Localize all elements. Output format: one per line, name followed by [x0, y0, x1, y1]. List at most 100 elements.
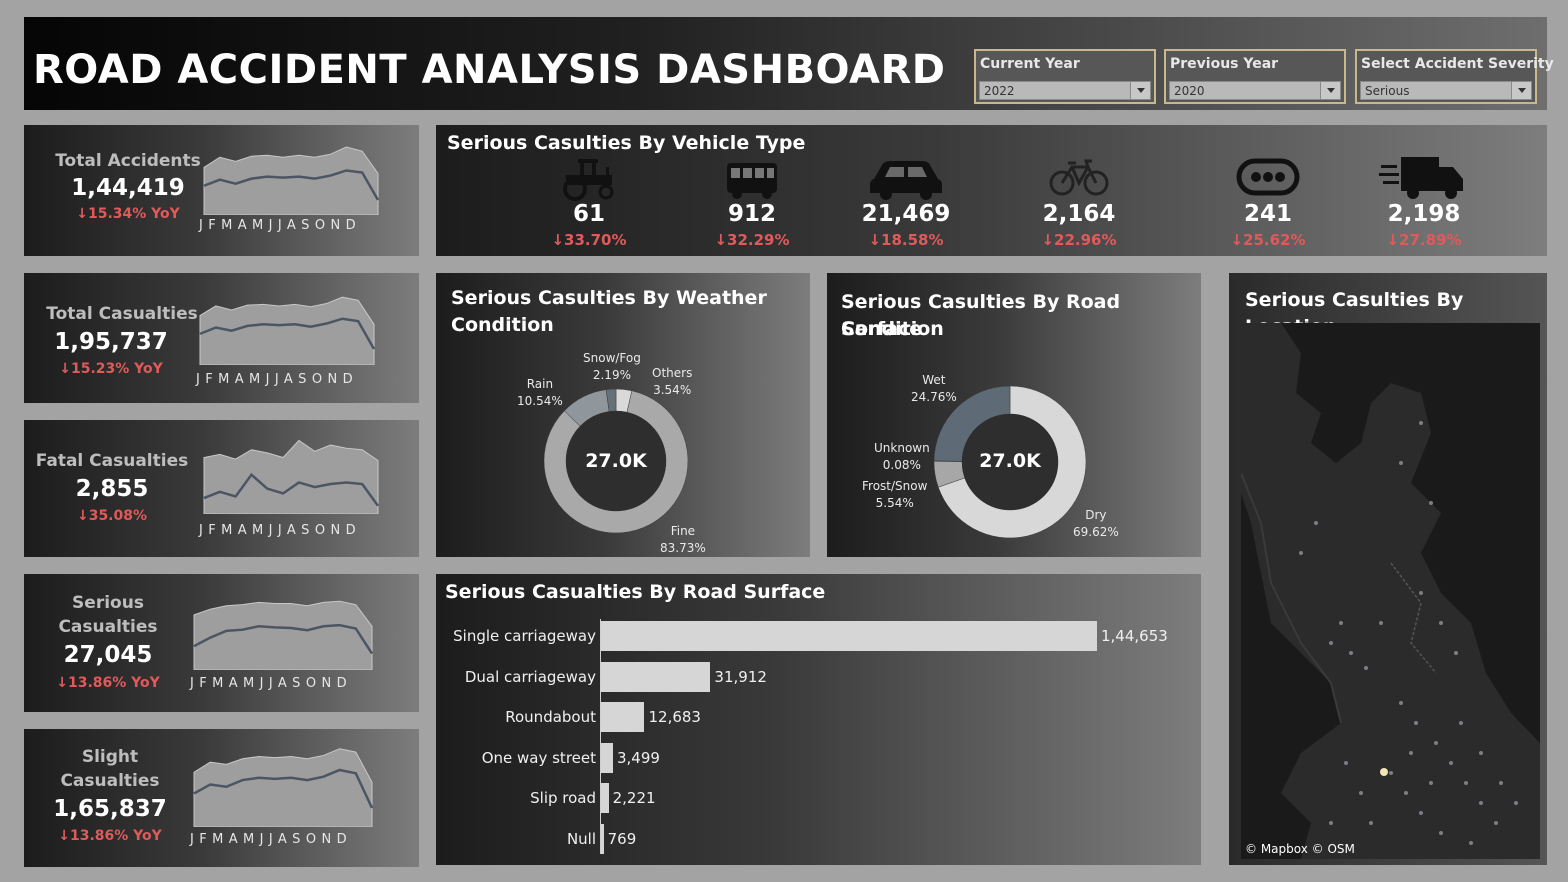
month-axis-labels: JFMAMJJASOND: [199, 218, 361, 233]
vehicle-yoy: ↓27.89%: [1386, 231, 1462, 249]
bar-row[interactable]: Single carriageway 1,44,653: [436, 621, 1201, 651]
previous-year-area: [193, 748, 373, 827]
bus-icon: [727, 163, 777, 199]
slice-label-fine: Fine 83.73%: [660, 523, 706, 557]
slice-name: Rain: [526, 377, 554, 391]
sparkline-chart: [199, 296, 376, 365]
slice-name: Snow/Fog: [583, 351, 641, 365]
kpi-value: 2,855: [75, 476, 149, 502]
kpi-label: Total Accidents: [55, 151, 201, 171]
road-surface-panel: Serious Casualties By Road Surface Singl…: [436, 574, 1201, 865]
kpi-label: Fatal Casualties: [35, 451, 189, 471]
kpi-label: Slight: [81, 747, 139, 767]
panel-title: Serious Casualties By Road Surface: [445, 581, 826, 603]
kpi-value: 1,65,837: [53, 796, 167, 822]
current-year-select[interactable]: 2022: [979, 81, 1151, 100]
bar-category-label: Roundabout: [505, 708, 596, 726]
slice-pct: 83.73%: [660, 541, 706, 555]
vehicle-yoy: ↓18.58%: [868, 231, 944, 249]
kpi-label: Total Casualties: [46, 304, 198, 324]
bar-value-label: 12,683: [648, 708, 701, 726]
bar[interactable]: [601, 823, 604, 854]
dashboard-header: ROAD ACCIDENT ANALYSIS DASHBOARD Current…: [24, 17, 1554, 110]
slice-pct: 2.19%: [592, 368, 631, 382]
donut-center-value: 27.0K: [979, 450, 1041, 472]
slice-name: Dry: [1085, 508, 1107, 522]
bar-value-label: 1,44,653: [1101, 627, 1168, 645]
vehicle-item-van[interactable]: 2,198 ↓27.89%: [1344, 153, 1504, 249]
car-icon: [870, 161, 942, 200]
vehicle-item-bus[interactable]: 912 ↓32.29%: [672, 153, 832, 249]
previous-year-area: [199, 296, 375, 365]
previous-year-filter[interactable]: Previous Year 2020: [1164, 49, 1346, 104]
page-title: ROAD ACCIDENT ANALYSIS DASHBOARD: [33, 47, 946, 93]
kpi-label: Serious: [72, 593, 144, 613]
slice-label-wet: Wet 24.76%: [911, 372, 957, 406]
vehicle-yoy: ↓32.29%: [714, 231, 790, 249]
month-axis-labels: JFMAMJJASOND: [196, 372, 358, 387]
map-attribution: © Mapbox © OSM: [1245, 842, 1355, 856]
slice-label-rain: Rain 10.54%: [517, 376, 563, 410]
slice-label-others: Others 3.54%: [652, 365, 692, 399]
kpi-label: Casualties: [60, 771, 160, 791]
filter-label: Current Year: [980, 56, 1080, 72]
slice-pct: 0.08%: [882, 458, 921, 472]
vehicle-value: 241: [1243, 201, 1292, 227]
vehicle-yoy: ↓25.62%: [1230, 231, 1306, 249]
bar[interactable]: [601, 621, 1097, 651]
sparkline-chart: [193, 748, 374, 827]
chevron-down-icon[interactable]: [1130, 82, 1150, 99]
bar-value-label: 3,499: [616, 748, 660, 767]
vehicle-yoy: ↓22.96%: [1041, 231, 1117, 249]
slice-label-unknown: Unknown 0.08%: [874, 440, 930, 474]
vehicle-item-car[interactable]: 21,469 ↓18.58%: [826, 153, 986, 249]
kpi-label: Casualties: [58, 617, 158, 637]
bar-row[interactable]: Slip road 2,221: [436, 783, 1201, 813]
previous-year-area: [193, 600, 373, 670]
vehicle-item-tractor[interactable]: 61 ↓33.70%: [509, 153, 669, 249]
vehicle-value: 2,164: [1042, 201, 1116, 227]
vehicle-item-other[interactable]: 241 ↓25.62%: [1188, 153, 1348, 249]
vehicle-item-bicycle[interactable]: 2,164 ↓22.96%: [999, 153, 1159, 249]
chevron-down-icon[interactable]: [1511, 82, 1531, 99]
bar[interactable]: [601, 702, 645, 732]
bar-category-label: One way street: [481, 748, 596, 767]
kpi-yoy: ↓13.86% YoY: [58, 828, 162, 844]
current-year-filter[interactable]: Current Year 2022: [974, 49, 1156, 104]
kpi-value: 1,44,419: [71, 175, 185, 201]
kpi-slight-casualties: Slight Casualties 1,65,837 ↓13.86% YoY J…: [24, 729, 419, 867]
panel-title: Serious Casulties By Weather: [451, 287, 767, 309]
month-axis-labels: JFMAMJJASOND: [199, 523, 361, 538]
vehicle-value: 61: [572, 201, 605, 227]
filter-label: Select Accident Severity: [1361, 56, 1554, 72]
slice-pct: 69.62%: [1073, 525, 1119, 539]
vehicle-value: 21,469: [861, 201, 951, 227]
sparkline-chart: [193, 600, 374, 670]
slice-name: Others: [652, 366, 693, 380]
bar-row[interactable]: Roundabout 12,683: [436, 702, 1201, 732]
bar-axis-line: [600, 619, 601, 854]
bar-category-label: Single carriageway: [453, 627, 596, 645]
vehicle-yoy: ↓33.70%: [551, 231, 627, 249]
kpi-value: 1,95,737: [54, 329, 168, 355]
bar-row[interactable]: One way street 3,499: [436, 742, 1201, 773]
slice-label-dry: Dry 69.62%: [1073, 507, 1119, 541]
previous-year-select[interactable]: 2020: [1169, 81, 1341, 100]
kpi-serious-casualties: Serious Casualties 27,045 ↓13.86% YoY JF…: [24, 574, 419, 712]
accident-severity-select[interactable]: Serious: [1360, 81, 1532, 100]
bar-value-label: 769: [607, 829, 637, 848]
bar[interactable]: [601, 783, 609, 813]
bar[interactable]: [601, 661, 711, 692]
bar-row[interactable]: Dual carriageway 31,912: [436, 661, 1201, 692]
month-axis-labels: JFMAMJJASOND: [190, 676, 352, 691]
bar[interactable]: [601, 742, 613, 773]
accident-severity-filter[interactable]: Select Accident Severity Serious: [1355, 49, 1554, 104]
location-map[interactable]: © Mapbox © OSM: [1241, 323, 1540, 859]
bar-row[interactable]: Null 769: [436, 823, 1201, 854]
chevron-down-icon[interactable]: [1320, 82, 1340, 99]
sparkline-chart: [203, 439, 380, 514]
tractor-icon: [563, 159, 614, 201]
slice-name: Unknown: [874, 441, 930, 455]
bar-value-label: 2,221: [612, 789, 656, 807]
kpi-yoy: ↓35.08%: [76, 508, 148, 524]
